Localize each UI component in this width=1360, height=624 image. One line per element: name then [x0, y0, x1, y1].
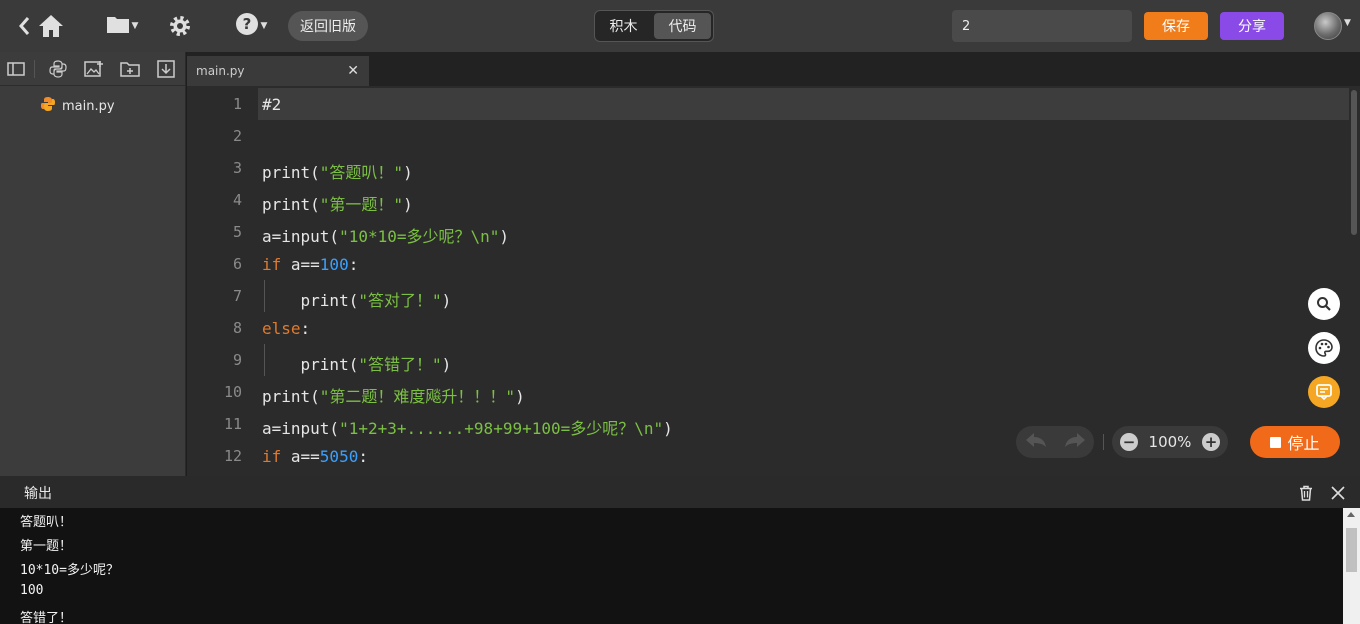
line-number: 6 [232, 255, 242, 273]
output-line: 答错了！ [20, 611, 73, 624]
download-icon[interactable] [156, 60, 176, 78]
home-icon[interactable] [36, 0, 66, 52]
chevron-down-icon[interactable]: ▼ [1344, 18, 1351, 28]
help-menu[interactable]: ? ▼ [232, 0, 270, 52]
chevron-down-icon: ▼ [131, 21, 139, 31]
file-toolbar [0, 52, 186, 86]
help-icon: ? [235, 12, 259, 40]
zoom-out-icon[interactable]: − [1120, 433, 1138, 451]
code-text: if a==100: [262, 255, 359, 274]
svg-text:?: ? [242, 15, 251, 33]
code-line: 8 else: [187, 312, 1350, 344]
avatar[interactable] [1314, 12, 1342, 40]
line-number: 1 [232, 95, 242, 113]
project-name-input[interactable]: 2 [952, 10, 1132, 42]
output-console[interactable]: 答题叭！ 第一题！ 10*10=多少呢？ 100 答错了！ [0, 508, 1360, 624]
close-icon[interactable] [1329, 484, 1347, 502]
scrollbar-thumb[interactable] [1346, 528, 1357, 572]
code-text: a=input("1+2+3+......+98+99+100=多少呢？\n") [262, 419, 673, 438]
tab-label: main.py [196, 64, 245, 78]
toolbar-divider [34, 60, 35, 78]
line-number: 11 [223, 415, 242, 433]
code-line: 3 print("答题叭！") [187, 152, 1350, 184]
line-number: 10 [223, 383, 242, 401]
output-line: 第一题！ [20, 539, 73, 554]
stop-label: 停止 [1287, 434, 1320, 453]
search-icon[interactable] [1308, 288, 1340, 320]
line-number: 12 [223, 447, 242, 465]
redo-icon[interactable] [1064, 432, 1086, 452]
tab-code[interactable]: 代码 [654, 13, 711, 39]
python-icon[interactable] [48, 60, 68, 78]
code-text: print("答题叭！") [262, 163, 413, 182]
code-line: 7 print("答对了！") [187, 280, 1350, 312]
file-item[interactable]: main.py [40, 96, 115, 116]
output-title: 输出 [24, 486, 52, 502]
code-text: a=input("10*10=多少呢？\n") [262, 227, 510, 246]
output-line: 答题叭！ [20, 515, 73, 530]
line-number: 8 [232, 319, 242, 337]
back-icon[interactable] [14, 0, 34, 52]
line-number: 3 [232, 159, 242, 177]
code-editor[interactable]: 1 #2 2 3 print("答题叭！") 4 print("第一题！") 5… [187, 86, 1360, 476]
code-text: print("第一题！") [262, 195, 413, 214]
output-scrollbar[interactable] [1343, 508, 1360, 624]
code-text: print("答对了！") [262, 291, 452, 310]
code-line: 4 print("第一题！") [187, 184, 1350, 216]
save-button[interactable]: 保存 [1144, 12, 1208, 40]
output-line: 100 [20, 583, 44, 598]
top-bar: ▼ ? ▼ 返回旧版 积木 代码 2 保存 分享 ▼ [0, 0, 1360, 52]
code-text: else: [262, 319, 311, 338]
code-line: 2 [187, 120, 1350, 152]
code-line: 6 if a==100: [187, 248, 1350, 280]
editor-tab-bar: main.py ✕ [187, 52, 1360, 86]
toggle-panel-icon[interactable] [6, 60, 26, 78]
return-old-version-button[interactable]: 返回旧版 [288, 11, 368, 41]
stop-button[interactable]: 停止 [1250, 426, 1340, 458]
output-header: 输出 [0, 476, 1360, 508]
line-number: 5 [232, 223, 242, 241]
code-line: 9 print("答错了！") [187, 344, 1350, 376]
gear-icon[interactable] [166, 0, 194, 52]
zoom-control: − 100% + [1112, 426, 1228, 458]
line-number: 9 [232, 351, 242, 369]
line-number: 2 [232, 127, 242, 145]
zoom-level: 100% [1148, 433, 1192, 451]
folder-icon [106, 14, 130, 38]
scrollbar-thumb[interactable] [1351, 90, 1357, 235]
trash-icon[interactable] [1297, 484, 1315, 502]
line-number: 7 [232, 287, 242, 305]
tab-blocks[interactable]: 积木 [595, 11, 652, 41]
code-text: #2 [262, 95, 282, 114]
code-line: 5 a=input("10*10=多少呢？\n") [187, 216, 1350, 248]
folder-menu[interactable]: ▼ [103, 0, 141, 52]
undo-redo-group [1016, 426, 1094, 458]
output-line: 10*10=多少呢？ [20, 563, 119, 578]
folder-add-icon[interactable] [120, 60, 140, 78]
code-line: 1 #2 [233, 88, 1350, 120]
close-icon[interactable]: ✕ [347, 63, 359, 79]
file-name: main.py [62, 98, 115, 114]
zoom-in-icon[interactable]: + [1201, 433, 1220, 451]
mode-switch: 积木 代码 [594, 10, 714, 42]
toolbar-divider [1103, 434, 1104, 450]
code-text: if a==5050: [262, 447, 368, 466]
tab-main-py[interactable]: main.py ✕ [187, 56, 369, 86]
code-text: print("第二题！难度飚升！！！") [262, 387, 525, 406]
code-line: 10 print("第二题！难度飚升！！！") [187, 376, 1350, 408]
palette-icon[interactable] [1308, 332, 1340, 364]
share-button[interactable]: 分享 [1220, 12, 1284, 40]
undo-icon[interactable] [1025, 432, 1047, 452]
file-panel: main.py [0, 52, 186, 476]
image-add-icon[interactable] [84, 60, 104, 78]
stop-icon [1270, 436, 1282, 448]
line-number: 4 [232, 191, 242, 209]
code-text: print("答错了！") [262, 355, 452, 374]
editor-scrollbar[interactable] [1349, 86, 1359, 476]
feedback-icon[interactable] [1308, 376, 1340, 408]
python-icon [40, 96, 56, 116]
chevron-down-icon: ▼ [260, 21, 268, 31]
scroll-up-icon[interactable] [1347, 512, 1355, 517]
